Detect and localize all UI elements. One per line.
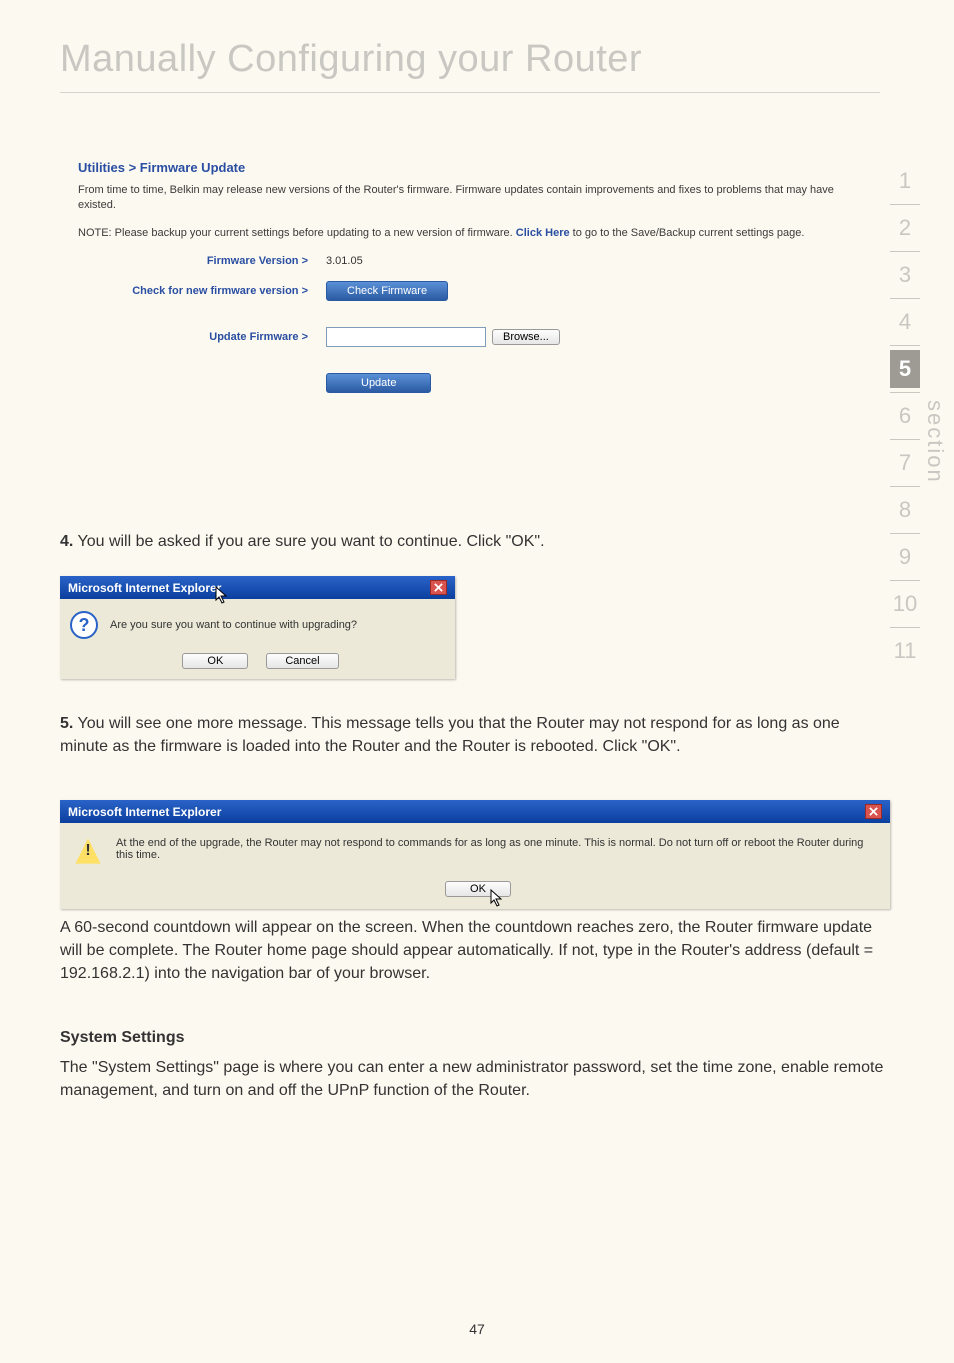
close-icon[interactable] <box>430 580 447 595</box>
section-num-3[interactable]: 3 <box>882 256 928 294</box>
divider <box>890 345 920 346</box>
dialog1-ok-button[interactable]: OK <box>182 653 248 669</box>
firmware-update-panel: Utilities > Firmware Update From time to… <box>78 160 838 393</box>
dialog1-message: Are you sure you want to continue with u… <box>110 619 357 631</box>
update-firmware-label: Update Firmware > <box>78 331 326 343</box>
step-4-text: You will be asked if you are sure you wa… <box>73 533 544 550</box>
section-num-6[interactable]: 6 <box>882 397 928 435</box>
dialog2-titlebar: Microsoft Internet Explorer <box>60 800 890 823</box>
section-num-8[interactable]: 8 <box>882 491 928 529</box>
section-num-11[interactable]: 11 <box>882 632 928 670</box>
firmware-file-input[interactable] <box>326 327 486 347</box>
divider <box>890 298 920 299</box>
browse-button[interactable]: Browse... <box>492 329 560 345</box>
step-5: 5. You will see one more message. This m… <box>60 712 890 758</box>
section-num-2[interactable]: 2 <box>882 209 928 247</box>
divider <box>890 580 920 581</box>
note-post: to go to the Save/Backup current setting… <box>570 227 805 239</box>
firmware-version-label: Firmware Version > <box>78 255 326 267</box>
divider <box>890 627 920 628</box>
step-5-num: 5. <box>60 715 73 732</box>
dialog1-body: ? Are you sure you want to continue with… <box>60 599 455 679</box>
click-here-link[interactable]: Click Here <box>516 227 570 239</box>
section-nav: 1 2 3 4 5 6 7 8 9 10 11 <box>882 162 928 670</box>
system-settings-heading: System Settings <box>60 1026 890 1049</box>
update-button[interactable]: Update <box>326 373 431 393</box>
section-num-10[interactable]: 10 <box>882 585 928 623</box>
step-5-text: You will see one more message. This mess… <box>60 715 840 755</box>
update-button-row: Update <box>78 373 838 393</box>
section-num-1[interactable]: 1 <box>882 162 928 200</box>
utilities-note: NOTE: Please backup your current setting… <box>78 226 838 241</box>
utilities-heading: Utilities > Firmware Update <box>78 160 838 175</box>
dialog1-title: Microsoft Internet Explorer <box>68 581 221 595</box>
dialog2-title: Microsoft Internet Explorer <box>68 805 221 819</box>
divider <box>890 392 920 393</box>
cursor-icon <box>490 889 504 907</box>
section-num-5-active[interactable]: 5 <box>890 350 920 388</box>
divider <box>890 251 920 252</box>
section-num-4[interactable]: 4 <box>882 303 928 341</box>
question-icon: ? <box>70 611 98 639</box>
countdown-paragraph: A 60-second countdown will appear on the… <box>60 916 890 986</box>
step-4-num: 4. <box>60 533 73 550</box>
step-4: 4. You will be asked if you are sure you… <box>60 530 890 553</box>
dialog1-cancel-button[interactable]: Cancel <box>266 653 338 669</box>
check-firmware-label: Check for new firmware version > <box>78 285 326 297</box>
utilities-intro: From time to time, Belkin may release ne… <box>78 183 838 214</box>
page-title: Manually Configuring your Router <box>60 38 642 81</box>
dialog2-message: At the end of the upgrade, the Router ma… <box>116 837 876 861</box>
dialog2-body: ! At the end of the upgrade, the Router … <box>60 823 890 909</box>
note-pre: NOTE: Please backup your current setting… <box>78 227 516 239</box>
divider <box>890 439 920 440</box>
system-settings-paragraph: The "System Settings" page is where you … <box>60 1056 890 1102</box>
cursor-icon <box>215 586 229 604</box>
title-rule <box>60 92 880 93</box>
warning-icon: ! <box>74 837 102 865</box>
section-num-7[interactable]: 7 <box>882 444 928 482</box>
section-num-9[interactable]: 9 <box>882 538 928 576</box>
divider <box>890 533 920 534</box>
firmware-version-value: 3.01.05 <box>326 255 363 267</box>
dialog1-titlebar: Microsoft Internet Explorer <box>60 576 455 599</box>
page-number: 47 <box>0 1321 954 1337</box>
divider <box>890 204 920 205</box>
firmware-version-row: Firmware Version > 3.01.05 <box>78 255 838 267</box>
upgrade-warning-dialog: Microsoft Internet Explorer ! At the end… <box>60 800 890 909</box>
update-firmware-row: Update Firmware > Browse... <box>78 327 838 347</box>
divider <box>890 486 920 487</box>
confirm-upgrade-dialog: Microsoft Internet Explorer ? Are you su… <box>60 576 455 679</box>
check-firmware-row: Check for new firmware version > Check F… <box>78 281 838 301</box>
close-icon[interactable] <box>865 804 882 819</box>
check-firmware-button[interactable]: Check Firmware <box>326 281 448 301</box>
